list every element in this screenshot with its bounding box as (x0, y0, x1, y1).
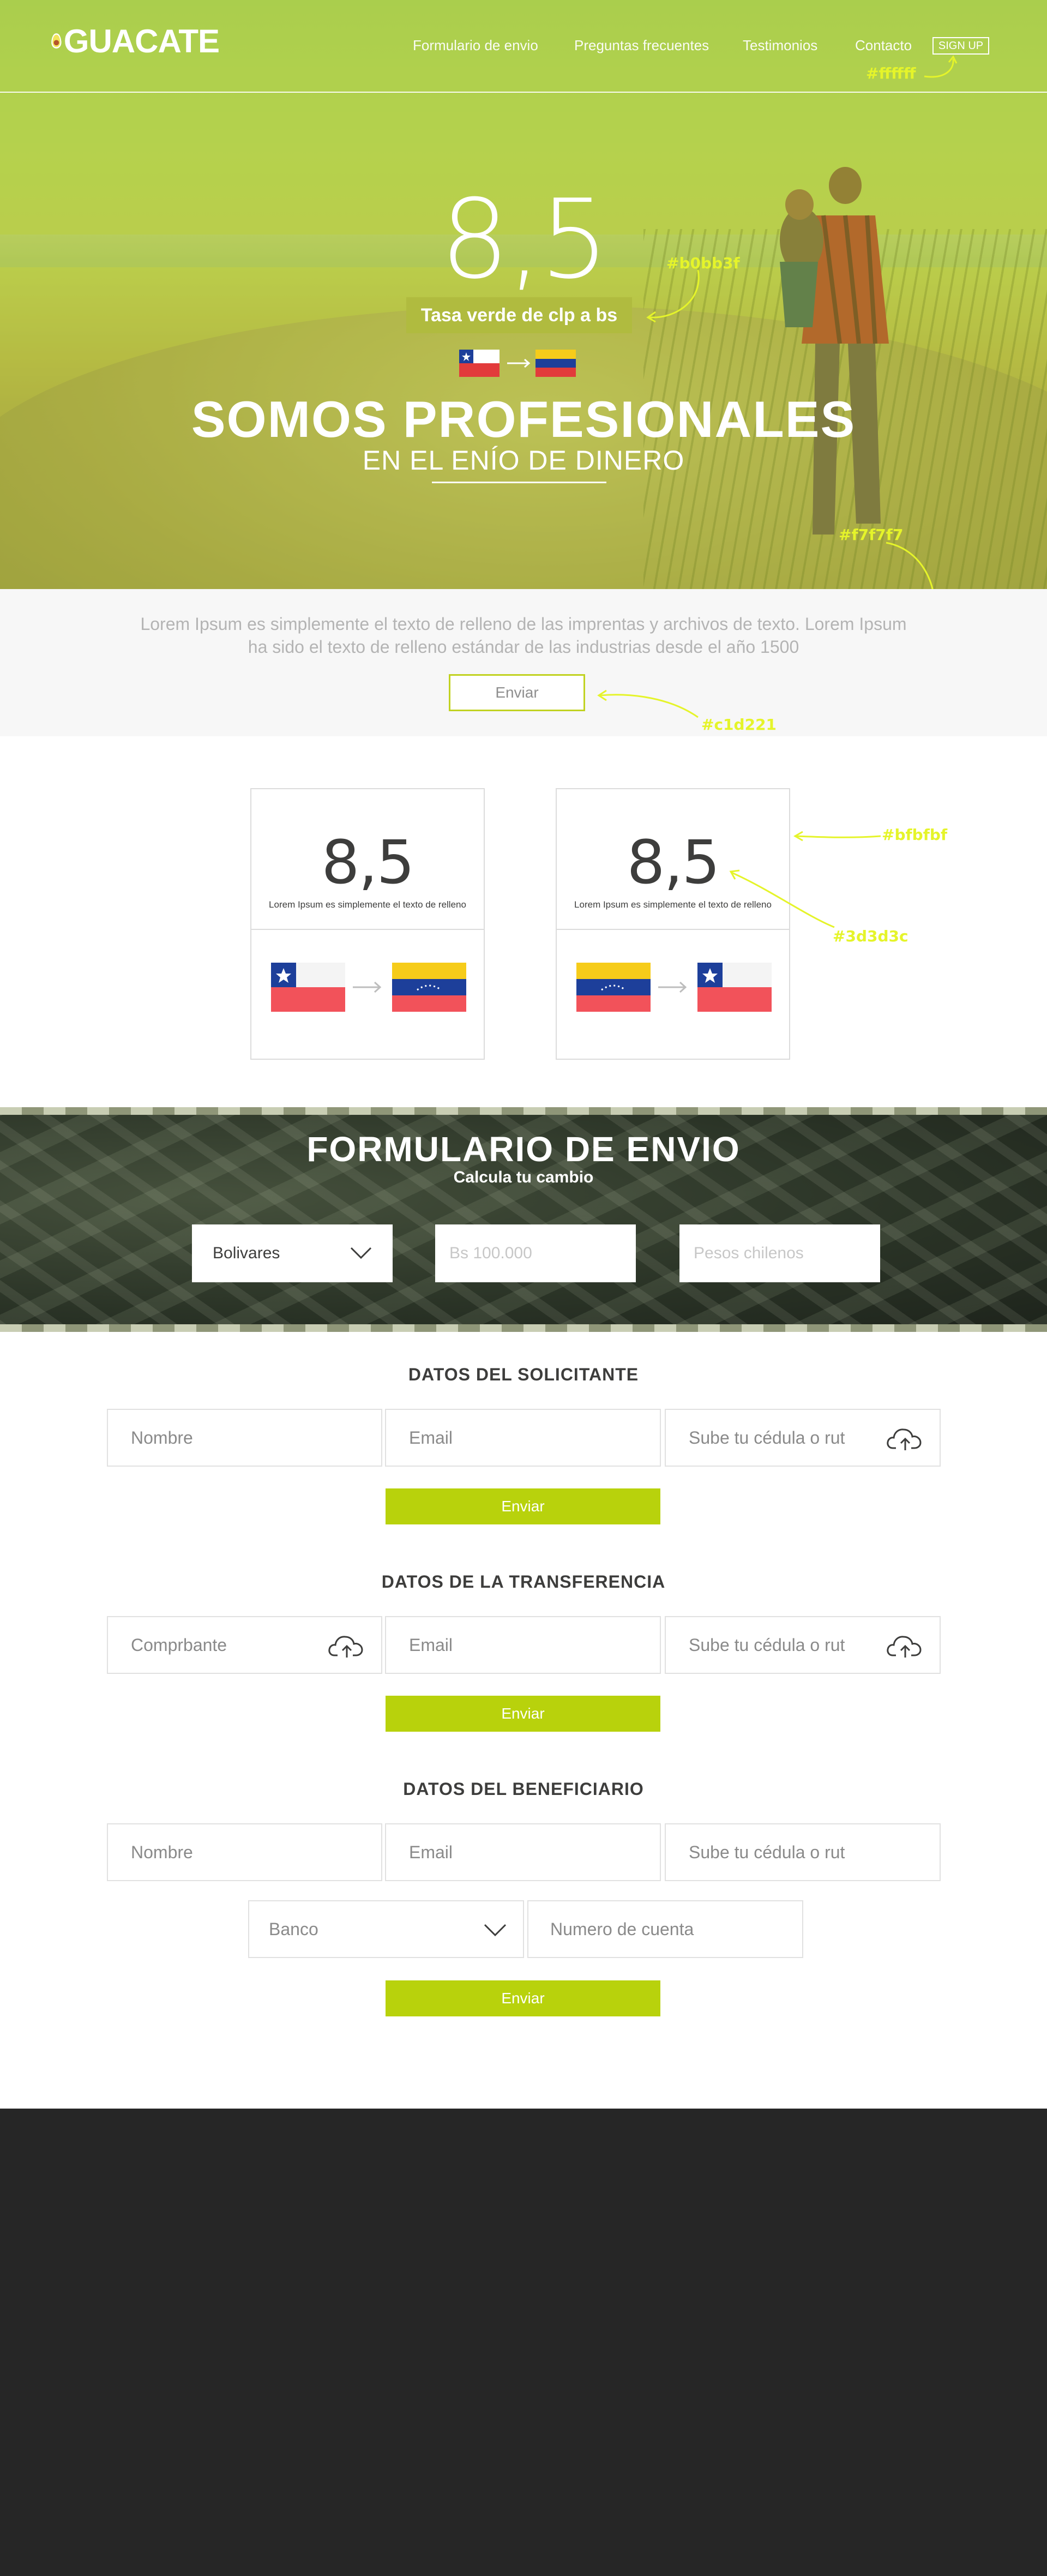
hero-flags (459, 350, 576, 377)
annotation-white: #ffffff (866, 64, 916, 82)
solicitante-cedula-upload[interactable]: Sube tu cédula o rut (665, 1409, 941, 1467)
banco-select[interactable]: Banco (248, 1900, 524, 1958)
hero-divider (432, 482, 606, 483)
cloud-upload-icon (328, 1636, 363, 1658)
annotation-card-text: #3d3d3c (833, 927, 908, 945)
chile-flag-icon (459, 350, 500, 377)
section-title-solicitante: DATOS DEL SOLICITANTE (408, 1365, 639, 1384)
cloud-upload-icon (887, 1636, 922, 1658)
annotation-button-border: #c1d221 (701, 716, 777, 734)
transferencia-comprobante-upload[interactable]: Comprbante (107, 1616, 382, 1674)
card-rate: 8,5 (321, 827, 415, 897)
venezuela-flag-icon (392, 963, 466, 1012)
chevron-down-icon (350, 1247, 372, 1259)
money-edge-top (0, 1107, 1047, 1115)
currency-select[interactable]: Bolivares (192, 1224, 393, 1282)
cloud-upload-icon (887, 1428, 922, 1450)
banco-select-value: Banco (269, 1919, 318, 1939)
arrow-right-icon (353, 981, 382, 993)
rate-card-clp-bs: 8,5 Lorem Ipsum es simplemente el texto … (250, 788, 485, 1060)
footer (0, 2109, 1047, 2576)
venezuela-flag-icon (576, 963, 651, 1012)
beneficiario-cedula-field[interactable]: Sube tu cédula o rut (665, 1823, 941, 1881)
transferencia-cedula-upload[interactable]: Sube tu cédula o rut (665, 1616, 941, 1674)
arrow-right-icon (507, 358, 531, 368)
chile-flag-icon (271, 963, 345, 1012)
numero-cuenta-field[interactable]: Numero de cuenta (527, 1900, 803, 1958)
upload-label: Comprbante (131, 1635, 227, 1655)
beneficiario-nombre-field[interactable]: Nombre (107, 1823, 382, 1881)
card-caption: Lorem Ipsum es simplemente el texto de r… (269, 899, 466, 910)
calculator-subtitle: Calcula tu cambio (453, 1168, 594, 1186)
chile-flag-icon (697, 963, 772, 1012)
nav-testimonios[interactable]: Testimonios (743, 37, 817, 54)
intro-band (0, 589, 1047, 736)
upload-label: Sube tu cédula o rut (689, 1428, 845, 1448)
transferencia-email-field[interactable]: Email (385, 1616, 661, 1674)
annotation-arrow (729, 869, 835, 928)
upload-label: Sube tu cédula o rut (689, 1635, 845, 1655)
card-flags (576, 963, 772, 1012)
nav-preguntas[interactable]: Preguntas frecuentes (574, 37, 709, 54)
card-flags (271, 963, 466, 1012)
hero-title: SOMOS PROFESIONALES (191, 391, 856, 448)
pesos-input[interactable]: Pesos chilenos (679, 1224, 880, 1282)
solicitante-email-field[interactable]: Email (385, 1409, 661, 1467)
signup-button[interactable]: SIGN UP (932, 37, 989, 55)
arrow-right-icon (658, 981, 687, 993)
amount-input[interactable]: Bs 100.000 (435, 1224, 636, 1282)
rate-label: Tasa verde de clp a bs (406, 297, 632, 333)
nav-formulario[interactable]: Formulario de envio (413, 37, 538, 54)
annotation-arrow (646, 269, 700, 323)
section-title-transferencia: DATOS DE LA TRANSFERENCIA (381, 1572, 666, 1592)
chevron-down-icon (484, 1924, 507, 1937)
solicitante-send-button[interactable]: Enviar (386, 1488, 660, 1524)
hero-subtitle: EN EL ENÍO DE DINERO (362, 445, 685, 476)
intro-send-button[interactable]: Enviar (449, 674, 585, 711)
annotation-card-border: #bfbfbf (882, 826, 948, 844)
logo[interactable]: GUACATE (50, 17, 220, 64)
hero-rate: 8,5 (440, 176, 609, 303)
avocado-icon (51, 33, 62, 49)
solicitante-nombre-field[interactable]: Nombre (107, 1409, 382, 1467)
money-edge-bottom (0, 1324, 1047, 1332)
annotation-arrow (924, 55, 958, 78)
section-title-beneficiario: DATOS DEL BENEFICIARIO (403, 1779, 644, 1799)
calculator-title: FORMULARIO DE ENVIO (306, 1130, 741, 1169)
annotation-arrow (793, 831, 881, 842)
intro-text: Lorem Ipsum es simplemente el texto de r… (140, 614, 907, 657)
logo-text: GUACATE (63, 22, 220, 59)
currency-select-value: Bolivares (213, 1244, 280, 1262)
beneficiario-email-field[interactable]: Email (385, 1823, 661, 1881)
card-divider (251, 929, 484, 930)
nav-contacto[interactable]: Contacto (855, 37, 912, 54)
venezuela-flag-icon (535, 350, 576, 377)
beneficiario-send-button[interactable]: Enviar (386, 1980, 660, 2016)
annotation-arrow (597, 689, 699, 718)
transferencia-send-button[interactable]: Enviar (386, 1696, 660, 1732)
